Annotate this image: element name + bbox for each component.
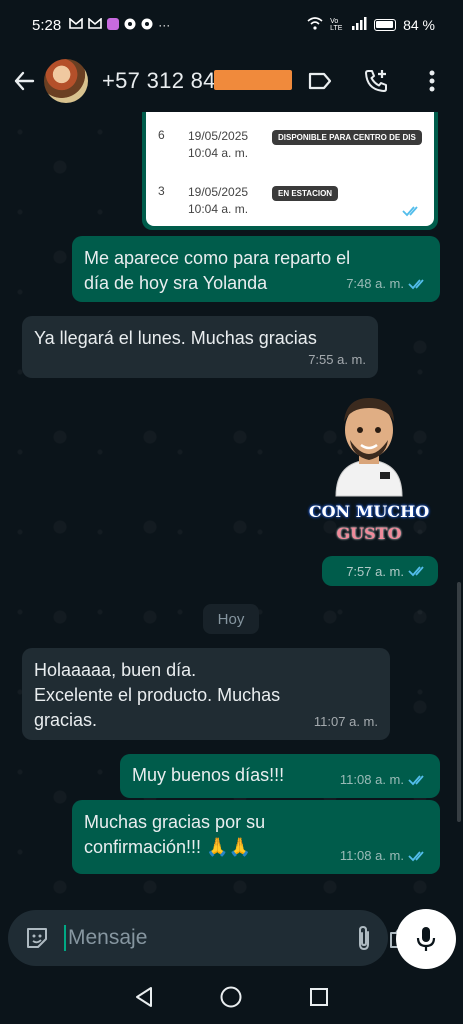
gmail-icon: [69, 17, 84, 32]
day-divider: Hoy: [203, 604, 259, 634]
sticker-caption: CON MUCHO: [308, 502, 430, 521]
chat-area[interactable]: 6 19/05/2025 10:04 a. m. DISPONIBLE PARA…: [0, 112, 463, 908]
message-time: 7:57 a. m.: [346, 563, 404, 579]
status-time: 5:28: [32, 16, 62, 34]
message-bubble-outgoing[interactable]: Muchas gracias por su confirmación!!! 🙏🙏…: [72, 800, 440, 874]
sticker-meta: 7:57 a. m.: [322, 556, 438, 586]
message-time: 7:55 a. m.: [308, 352, 366, 367]
message-text: Holaaaaa, buen día.: [34, 660, 197, 680]
message-meta: 7:48 a. m.: [346, 271, 428, 296]
redaction-mark: [214, 70, 292, 90]
tracking-status-badge: DISPONIBLE PARA CENTRO DE DIS: [272, 130, 422, 145]
message-input[interactable]: [64, 925, 339, 951]
signal-icon: [351, 17, 367, 33]
app-icon: [107, 17, 120, 33]
tracking-date: 19/05/2025: [188, 185, 249, 199]
message-text: confirmación!!! 🙏🙏: [84, 837, 251, 857]
message-time: 7:48 a. m.: [340, 203, 398, 218]
tracking-row-number: 6: [158, 128, 165, 142]
sticker-picker-icon[interactable]: [24, 924, 50, 952]
read-ticks-icon: [402, 205, 418, 216]
composer-pill: [8, 910, 414, 966]
sticker-avatar-icon: [335, 398, 403, 497]
message-text: Muchas gracias por su: [84, 812, 266, 832]
battery-icon: [374, 19, 397, 31]
label-icon[interactable]: [307, 68, 333, 94]
message-time: 11:08 a. m.: [339, 848, 404, 863]
more-vert-icon[interactable]: [419, 68, 445, 94]
message-bubble-outgoing[interactable]: Me aparece como para reparto el día de h…: [72, 236, 440, 302]
record-icon: [141, 18, 153, 33]
attach-icon[interactable]: [355, 924, 373, 952]
tracking-time: 10:04 a. m.: [188, 146, 249, 160]
more-notifications-icon: ···: [158, 18, 171, 32]
mic-icon: [416, 927, 436, 951]
message-meta: 11:07 a. m.: [314, 709, 378, 734]
contact-name[interactable]: +57 312 84: [102, 68, 292, 94]
composer-bar: [0, 908, 463, 969]
add-call-icon[interactable]: [363, 68, 389, 94]
sticker[interactable]: CON MUCHO GUSTO: [300, 390, 438, 558]
contact-avatar[interactable]: [44, 59, 88, 103]
tracking-status-badge: EN ESTACION: [272, 186, 339, 201]
chat-header: +57 312 84: [0, 50, 463, 112]
back-arrow-icon[interactable]: [12, 69, 36, 93]
image-meta: 7:48 a. m.: [340, 203, 422, 218]
header-actions: [307, 68, 451, 94]
contact-number: +57 312 84: [102, 68, 216, 93]
message-bubble-outgoing[interactable]: Muy buenos días!!! 11:08 a. m.: [120, 754, 440, 798]
nav-recents-icon[interactable]: [304, 982, 334, 1012]
message-text: Muy buenos días!!!: [132, 765, 285, 785]
message-text: gracias.: [34, 710, 98, 730]
message-bubble-incoming[interactable]: Holaaaaa, buen día. Excelente el product…: [22, 648, 390, 740]
message-text: Me aparece como para reparto el: [84, 248, 351, 268]
tracking-time: 10:04 a. m.: [188, 202, 249, 216]
tracking-row: 6 19/05/2025 10:04 a. m. DISPONIBLE PARA…: [146, 124, 434, 164]
tracking-date: 19/05/2025: [188, 129, 249, 143]
network-type: Vo LTE: [330, 18, 343, 32]
image-message[interactable]: 6 19/05/2025 10:04 a. m. DISPONIBLE PARA…: [142, 112, 438, 230]
system-nav-bar: [0, 970, 463, 1024]
status-bar: 5:28 ··· Vo LTE 84 %: [0, 0, 463, 50]
status-right: Vo LTE 84 %: [307, 17, 435, 33]
tracking-row-date: 19/05/2025 10:04 a. m.: [188, 128, 248, 162]
nav-back-icon[interactable]: [129, 982, 159, 1012]
message-bubble-incoming[interactable]: Ya llegará el lunes. Muchas gracias 7:55…: [22, 316, 378, 378]
message-meta: 11:08 a. m.: [340, 767, 428, 792]
read-ticks-icon: [408, 774, 424, 785]
read-ticks-icon: [408, 566, 424, 577]
voice-message-button[interactable]: [396, 909, 456, 969]
scrollbar-thumb[interactable]: [457, 582, 461, 822]
nav-home-icon[interactable]: [216, 982, 246, 1012]
gmail-icon: [88, 17, 103, 32]
message-time: 11:08 a. m.: [339, 772, 404, 787]
message-text: día de hoy sra Yolanda: [84, 273, 268, 293]
message-meta: 11:08 a. m.: [340, 843, 428, 868]
tracking-row-date: 19/05/2025 10:04 a. m.: [188, 184, 248, 218]
message-time: 11:07 a. m.: [313, 714, 378, 729]
read-ticks-icon: [408, 278, 424, 289]
wifi-icon: [307, 17, 323, 33]
record-icon: [124, 18, 136, 33]
message-meta: 7:55 a. m.: [308, 347, 366, 372]
message-text: Excelente el producto. Muchas: [34, 685, 281, 705]
read-ticks-icon: [408, 850, 424, 861]
sticker-caption: GUSTO: [336, 524, 402, 543]
battery-level: 84 %: [403, 17, 435, 33]
tracking-row-number: 3: [158, 184, 165, 198]
notification-icons: ···: [69, 17, 171, 33]
message-time: 7:48 a. m.: [346, 276, 404, 291]
tracking-screenshot: 6 19/05/2025 10:04 a. m. DISPONIBLE PARA…: [146, 112, 434, 226]
message-text: Ya llegará el lunes. Muchas gracias: [34, 328, 317, 348]
